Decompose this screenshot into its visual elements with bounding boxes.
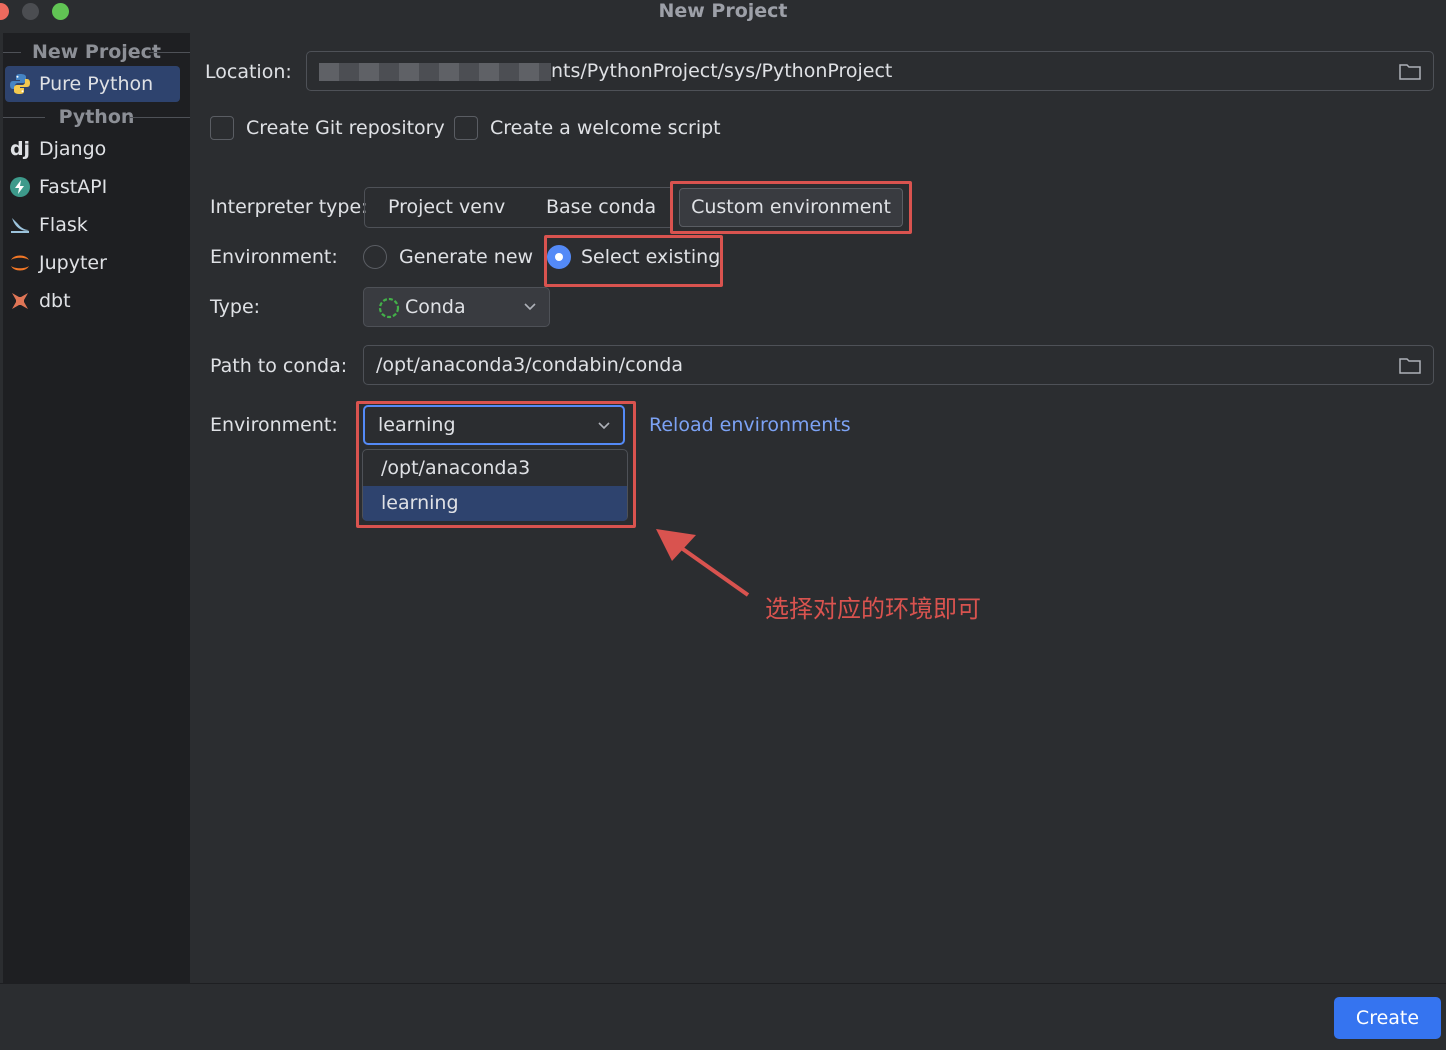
dialog-footer: Create [0, 983, 1446, 1050]
create-git-checkbox[interactable] [210, 116, 234, 140]
sidebar-item-fastapi[interactable]: FastAPI [5, 169, 180, 205]
sidebar-section-python: Python [3, 106, 190, 128]
interpreter-custom-environment[interactable]: Custom environment [679, 188, 903, 227]
type-dropdown[interactable]: Conda [363, 287, 550, 327]
create-welcome-checkbox[interactable] [454, 116, 478, 140]
window-title: New Project [658, 0, 788, 22]
path-to-conda-field[interactable]: /opt/anaconda3/condabin/conda [363, 345, 1434, 385]
environment-dropdown[interactable]: learning [363, 405, 625, 445]
environment-dropdown-popup: /opt/anaconda3 learning [362, 449, 628, 521]
conda-icon [378, 297, 400, 319]
folder-icon[interactable] [1399, 62, 1421, 80]
chevron-down-icon [524, 303, 536, 311]
sidebar-item-dbt[interactable]: dbt [5, 283, 180, 319]
annotation-text: 选择对应的环境即可 [765, 595, 981, 623]
sidebar-section-new-project: New Project [3, 41, 190, 63]
environment-option-anaconda3[interactable]: /opt/anaconda3 [363, 451, 627, 486]
generate-new-radio[interactable] [363, 245, 387, 269]
project-type-sidebar: New Project Pure Python Python dj Django… [3, 33, 190, 983]
dbt-icon [7, 288, 33, 314]
type-label: Type: [210, 296, 261, 318]
environment-option-learning[interactable]: learning [363, 486, 627, 521]
sidebar-item-pure-python[interactable]: Pure Python [5, 66, 180, 102]
reload-environments-link[interactable]: Reload environments [649, 413, 851, 437]
highlight-custom-environment: Custom environment [670, 181, 912, 234]
sidebar-item-jupyter[interactable]: Jupyter [5, 245, 180, 281]
location-field[interactable]: nts/PythonProject/sys/PythonProject [306, 51, 1434, 91]
annotation-arrow [656, 529, 750, 597]
jupyter-icon [7, 250, 33, 276]
chevron-down-icon [598, 422, 610, 430]
generate-new-label: Generate new [399, 246, 534, 268]
environment-value: learning [378, 414, 456, 436]
interpreter-project-venv[interactable]: Project venv [388, 195, 505, 219]
sidebar-item-flask[interactable]: Flask [5, 207, 180, 243]
new-project-form: Location: nts/PythonProject/sys/PythonPr… [190, 33, 1446, 983]
create-button[interactable]: Create [1334, 997, 1441, 1039]
select-existing-radio[interactable] [547, 245, 571, 269]
create-git-label: Create Git repository [246, 117, 445, 139]
environment-mode-label: Environment: [210, 246, 338, 268]
environment-label: Environment: [210, 414, 338, 436]
fastapi-icon [7, 174, 33, 200]
create-welcome-label: Create a welcome script [490, 117, 721, 139]
folder-icon[interactable] [1399, 356, 1421, 374]
flask-icon [7, 212, 33, 238]
title-bar: New Project [0, 0, 1446, 24]
django-icon: dj [9, 138, 31, 160]
sidebar-item-django[interactable]: dj Django [5, 131, 180, 167]
interpreter-base-conda[interactable]: Base conda [546, 195, 656, 219]
interpreter-type-label: Interpreter type: [210, 196, 368, 218]
python-icon [7, 71, 33, 97]
path-to-conda-label: Path to conda: [210, 355, 348, 377]
location-redacted-prefix [319, 62, 551, 81]
type-value: Conda [405, 296, 466, 318]
path-to-conda-value: /opt/anaconda3/condabin/conda [376, 354, 683, 376]
select-existing-label: Select existing [581, 246, 721, 268]
location-value: nts/PythonProject/sys/PythonProject [551, 60, 893, 82]
location-label: Location: [205, 61, 292, 83]
